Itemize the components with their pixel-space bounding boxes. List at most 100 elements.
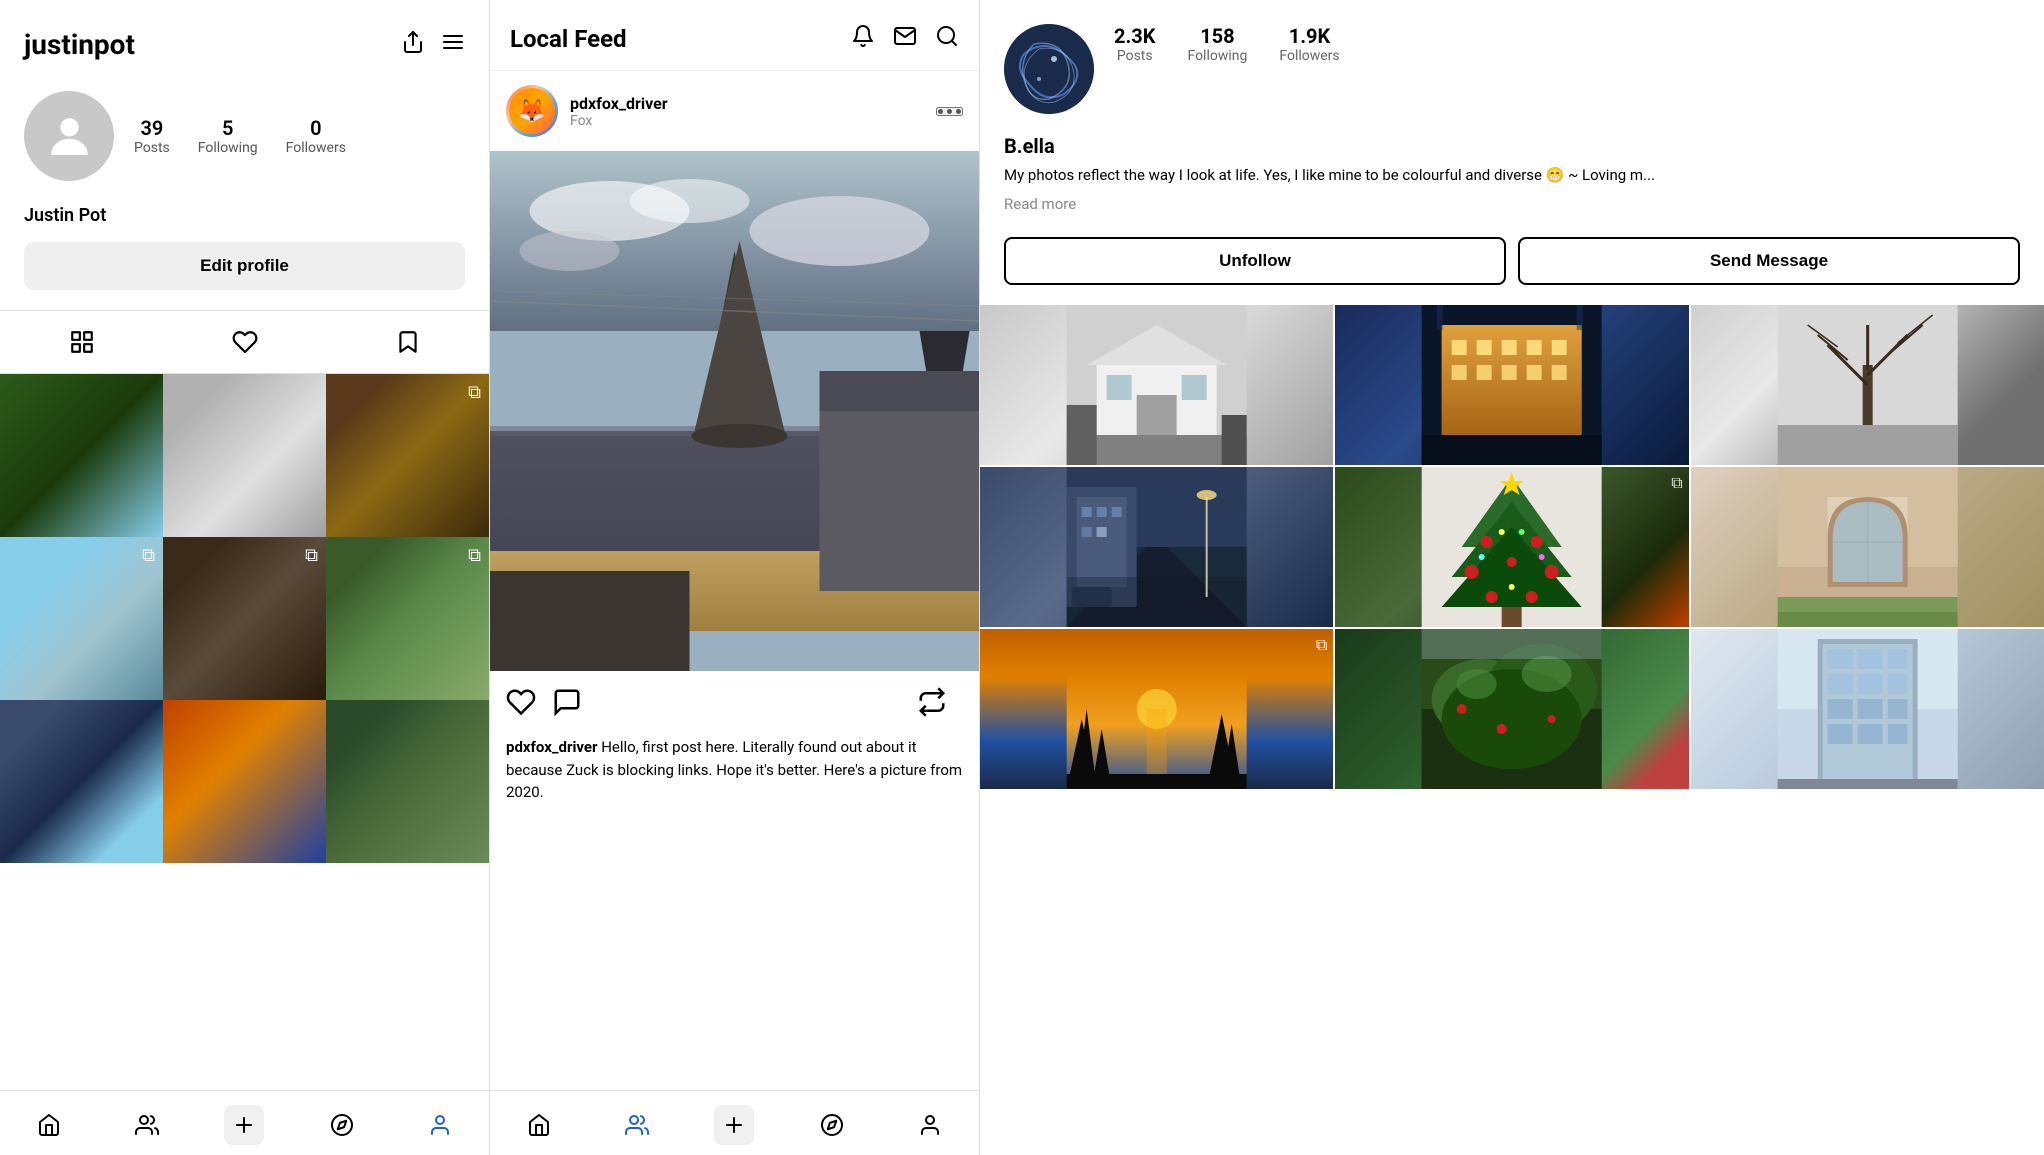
right-grid-cell-9[interactable] [1691,629,2044,789]
search-icon-button[interactable] [935,24,959,54]
notification-icon-button[interactable] [851,24,875,54]
compass-icon [330,1113,354,1137]
following-count: 5 [222,116,233,140]
right-grid-cell-7[interactable]: ⧉ [980,629,1333,789]
following-stat: 5 Following [198,116,258,156]
grid-cell-6[interactable]: ⧉ [326,537,489,700]
heart-action-icon [506,687,536,717]
right-avatar [1004,24,1094,114]
right-photo-5 [1335,467,1688,627]
home-icon [37,1113,61,1137]
grid-cell-1[interactable] [0,374,163,537]
read-more-button[interactable]: Read more [980,191,2044,229]
post-image [490,151,979,671]
grid-row-2: ⧉ ⧉ ⧉ [0,537,489,700]
multi-photo-icon: ⧉ [468,545,481,566]
menu-icon-button[interactable] [441,30,465,60]
right-action-buttons: Unfollow Send Message [980,229,2044,305]
comment-button[interactable] [552,687,582,724]
middle-nav-explore[interactable] [783,1105,881,1145]
hamburger-icon [441,30,465,54]
repost-button[interactable] [917,687,947,724]
grid-row-1: ⧉ [0,374,489,537]
heart-icon [232,329,258,355]
right-followers-label: Followers [1279,48,1339,64]
unfollow-button[interactable]: Unfollow [1004,237,1506,285]
followers-label: Followers [286,140,346,156]
tab-likes[interactable] [163,319,326,365]
compass-icon [820,1113,844,1137]
right-following-count: 158 [1200,24,1234,48]
middle-nav-profile[interactable] [881,1105,979,1145]
grid-row-3 [0,700,489,863]
right-grid-cell-8[interactable] [1335,629,1688,789]
profile-icon [918,1113,942,1137]
post-username: pdxfox_driver [570,94,936,113]
grid-cell-7[interactable] [0,700,163,863]
post-item: 🦊 pdxfox_driver Fox [490,71,979,1090]
profile-section: 39 Posts 5 Following 0 Followers [0,81,489,201]
left-header-icons [401,30,465,60]
left-header: justinpot [0,0,489,81]
nav-plus[interactable] [196,1105,294,1145]
grid-cell-3[interactable]: ⧉ [326,374,489,537]
right-grid-cell-1[interactable] [980,305,1333,465]
multi-photo-icon: ⧉ [1316,635,1327,655]
right-grid-cell-5[interactable]: ⧉ [1335,467,1688,627]
send-message-button[interactable]: Send Message [1518,237,2020,285]
multi-photo-icon: ⧉ [1671,473,1682,493]
right-grid-cell-6[interactable] [1691,467,2044,627]
home-icon [527,1113,551,1137]
avatar-placeholder-icon [42,109,97,164]
right-photo-3 [1691,305,2044,465]
bottom-navigation [0,1090,489,1155]
right-avatar-art [1004,24,1094,114]
right-photo-grid: ⧉ [980,305,2044,1155]
middle-nav-people[interactable] [588,1105,686,1145]
right-profile-header: 2.3K Posts 158 Following 1.9K Followers [980,0,2044,130]
profile-display-name: Justin Pot [0,201,489,242]
following-label: Following [198,140,258,156]
grid-cell-4[interactable]: ⧉ [0,537,163,700]
profile-icon [428,1113,452,1137]
nav-people[interactable] [98,1105,196,1145]
tab-bookmarks[interactable] [326,319,489,365]
middle-nav-plus[interactable] [686,1105,784,1145]
mail-icon-button[interactable] [893,24,917,54]
right-followers-count: 1.9K [1289,24,1330,48]
post-avatar-art: 🦊 [509,88,555,134]
middle-nav-home[interactable] [490,1105,588,1145]
right-photo-9 [1691,629,2044,789]
right-stats-row: 2.3K Posts 158 Following 1.9K Followers [1114,24,2020,64]
profile-stats: 39 Posts 5 Following 0 Followers [134,116,346,156]
grid-cell-8[interactable] [163,700,326,863]
three-dots-icon [938,109,961,114]
post-header: 🦊 pdxfox_driver Fox [490,71,979,151]
people-icon-active [625,1113,649,1137]
nav-profile[interactable] [391,1105,489,1145]
post-instance: Fox [570,113,936,129]
right-grid-cell-4[interactable] [980,467,1333,627]
right-followers-stat: 1.9K Followers [1279,24,1339,64]
post-more-button[interactable] [936,107,963,116]
tab-grid[interactable] [0,319,163,365]
mail-icon [893,24,917,48]
right-grid-cell-2[interactable] [1335,305,1688,465]
post-caption: pdxfox_driver Hello, first post here. Li… [490,732,979,820]
search-icon [935,24,959,48]
share-icon-button[interactable] [401,30,425,60]
grid-cell-2[interactable] [163,374,326,537]
right-photo-2 [1335,305,1688,465]
nav-home[interactable] [0,1105,98,1145]
bell-icon [851,24,875,48]
edit-profile-button[interactable]: Edit profile [24,242,465,290]
middle-header: Local Feed [490,0,979,71]
caption-username: pdxfox_driver [506,738,598,756]
left-username: justinpot [24,28,135,61]
right-grid-cell-3[interactable] [1691,305,2044,465]
nav-explore[interactable] [293,1105,391,1145]
grid-cell-9[interactable] [326,700,489,863]
grid-cell-5[interactable]: ⧉ [163,537,326,700]
like-button[interactable] [506,687,536,724]
photo-grid: ⧉ ⧉ ⧉ ⧉ [0,374,489,1090]
